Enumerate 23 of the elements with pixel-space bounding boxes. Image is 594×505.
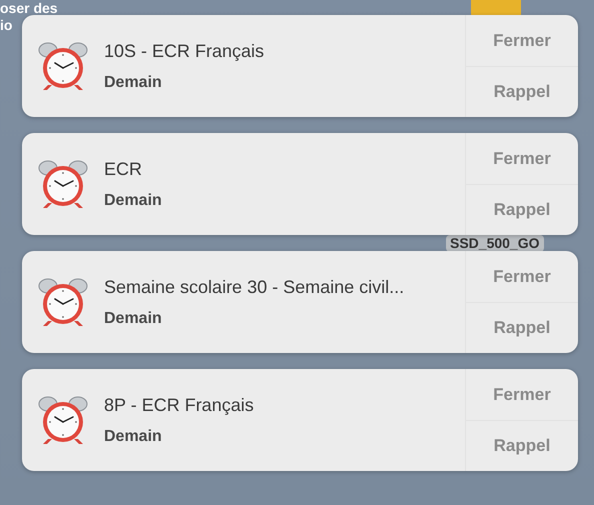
notification-title: 10S - ECR Français (104, 40, 264, 63)
notification-subtitle: Demain (104, 426, 163, 446)
notification-subtitle: Demain (104, 308, 163, 328)
desktop-label: io (0, 17, 14, 34)
desktop-label: oser des (0, 0, 58, 17)
notification-subtitle: Demain (104, 190, 162, 210)
notification-action-button[interactable]: Fermer (466, 133, 578, 184)
notification-action-button[interactable]: Rappel (466, 66, 578, 117)
notification-action-button[interactable]: Fermer (466, 369, 578, 420)
alarm-clock-icon (36, 159, 90, 209)
drive-label: SSD_500_GO (446, 235, 544, 252)
notification-action-button[interactable]: Rappel (466, 420, 578, 471)
notification-title: Semaine scolaire 30 - Semaine civil... (104, 276, 404, 298)
notification-title: ECR (104, 158, 144, 180)
notification-action-button[interactable]: Rappel (466, 302, 578, 353)
alarm-clock-icon (36, 395, 90, 445)
notification-subtitle: Demain (104, 72, 163, 92)
alarm-clock-icon (36, 277, 90, 327)
alarm-clock-icon (36, 41, 90, 91)
notification-action-button[interactable]: Fermer (466, 251, 578, 302)
notification-title: 8P - ECR Français (104, 394, 254, 417)
notification-action-button[interactable]: Rappel (466, 184, 578, 235)
notification-action-button[interactable]: Fermer (466, 15, 578, 66)
